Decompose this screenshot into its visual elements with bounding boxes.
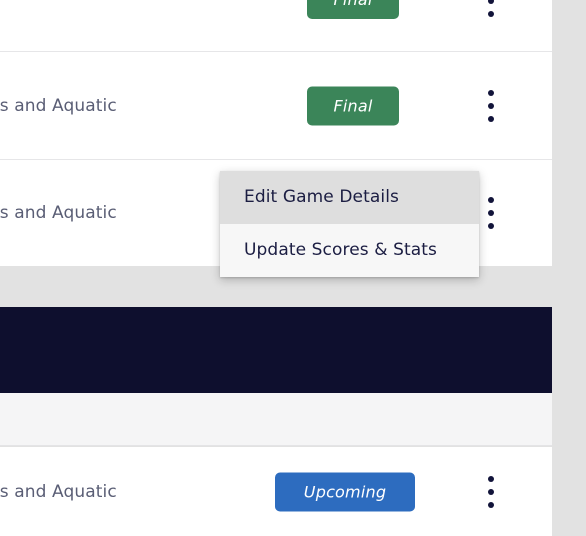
kebab-dot-icon: [488, 102, 494, 109]
section-header-strip: [0, 393, 552, 446]
kebab-dot-icon: [488, 115, 494, 122]
team-name-label: ts and Aquatic: [0, 481, 117, 502]
kebab-dot-icon: [488, 223, 494, 229]
games-table-lower: ts and Aquatic Upcoming: [0, 447, 552, 536]
kebab-dot-icon: [488, 0, 494, 4]
table-row[interactable]: ts and Aquatic Final: [0, 52, 552, 160]
table-row[interactable]: ts and Aquatic Upcoming: [0, 447, 552, 536]
kebab-dot-icon: [488, 210, 494, 216]
kebab-menu-icon-active[interactable]: [480, 193, 502, 233]
kebab-menu-icon[interactable]: [480, 0, 502, 21]
kebab-dot-icon: [488, 501, 494, 508]
menu-item-update-scores-and-stats[interactable]: Update Scores & Stats: [220, 224, 479, 277]
status-badge-upcoming[interactable]: Upcoming: [275, 472, 415, 511]
app-screenshot: Final ts and Aquatic Final ts: [0, 0, 586, 536]
table-row[interactable]: Final: [0, 0, 552, 52]
team-name-label: ts and Aquatic: [0, 95, 117, 116]
navy-banner: [0, 307, 552, 393]
kebab-dot-icon: [488, 475, 494, 482]
page-gutter-right: [552, 0, 586, 536]
status-badge-final[interactable]: Final: [307, 0, 399, 19]
menu-item-edit-game-details[interactable]: Edit Game Details: [220, 171, 479, 224]
kebab-dot-icon: [488, 488, 494, 495]
kebab-dot-icon: [488, 11, 494, 17]
kebab-menu-icon[interactable]: [480, 472, 502, 512]
kebab-menu-icon[interactable]: [480, 86, 502, 126]
team-name-label: ts and Aquatic: [0, 203, 117, 223]
kebab-dot-icon: [488, 197, 494, 203]
kebab-dot-icon: [488, 89, 494, 96]
status-badge-final[interactable]: Final: [307, 86, 399, 125]
context-menu: Edit Game Details Update Scores & Stats: [220, 171, 479, 277]
